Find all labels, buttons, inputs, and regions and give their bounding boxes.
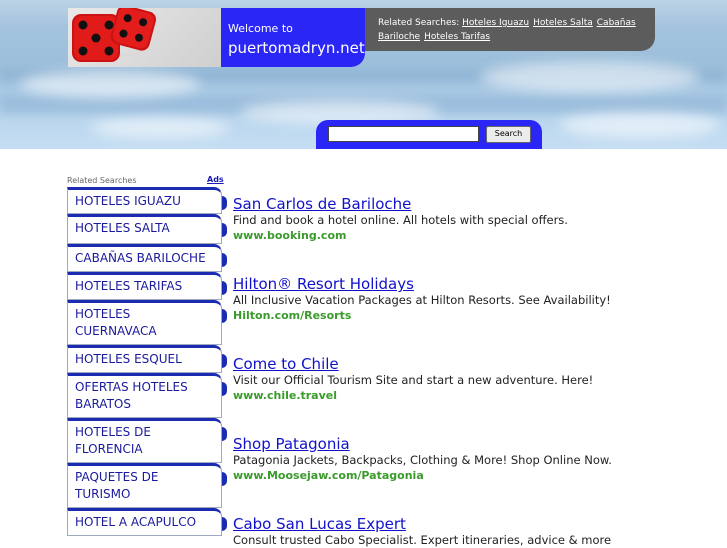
related-link-hoteles-tarifas[interactable]: Hoteles Tarifas xyxy=(424,32,490,42)
fuzzy-dice-icon xyxy=(72,8,179,62)
ad-url[interactable]: www.Moosejaw.com/Patagonia xyxy=(233,468,612,483)
ad-title[interactable]: Hilton® Resort Holidays xyxy=(233,275,611,293)
ad-listing: Shop Patagonia Patagonia Jackets, Backpa… xyxy=(233,435,612,483)
ad-title[interactable]: San Carlos de Bariloche xyxy=(233,195,568,213)
sidebar-item-paquetes-de-turismo[interactable]: PAQUETES DE TURISMO xyxy=(67,463,227,508)
ad-description: All Inclusive Vacation Packages at Hilto… xyxy=(233,293,611,307)
welcome-text: Welcome to xyxy=(228,22,293,35)
search-bar: Search xyxy=(316,120,542,149)
related-searches-label: Related Searches: xyxy=(378,18,460,28)
ad-url[interactable]: www.chile.travel xyxy=(233,388,593,403)
related-link-hoteles-salta[interactable]: Hoteles Salta xyxy=(533,18,593,28)
sidebar-item-hoteles-iguazu[interactable]: HOTELES IGUAZU xyxy=(67,187,227,214)
ad-description: Patagonia Jackets, Backpacks, Clothing &… xyxy=(233,453,612,467)
ad-title[interactable]: Cabo San Lucas Expert xyxy=(233,515,611,533)
ad-title[interactable]: Come to Chile xyxy=(233,355,593,373)
related-searches-top: Related Searches: Hoteles Iguazu Hoteles … xyxy=(365,8,655,51)
sidebar-item-hoteles-tarifas[interactable]: HOTELES TARIFAS xyxy=(67,272,227,300)
sidebar-item-hotel-a-acapulco[interactable]: HOTEL A ACAPULCO xyxy=(67,508,227,536)
cloud xyxy=(20,70,200,98)
ad-description: Find and book a hotel online. All hotels… xyxy=(233,213,568,227)
sidebar-label: Related Searches xyxy=(67,176,137,185)
ads-label[interactable]: Ads xyxy=(207,175,224,184)
ad-description: Consult trusted Cabo Specialist. Expert … xyxy=(233,533,612,547)
header-banner: Welcome to puertomadryn.net Related Sear… xyxy=(0,0,727,149)
cloud xyxy=(90,118,230,138)
site-name[interactable]: puertomadryn.net xyxy=(228,39,365,57)
ad-listing: Come to Chile Visit our Official Tourism… xyxy=(233,355,593,403)
ad-listing: San Carlos de Bariloche Find and book a … xyxy=(233,195,568,243)
search-input[interactable] xyxy=(328,126,479,142)
related-searches-sidebar: HOTELES IGUAZU HOTELES SALTA CABAÑAS BAR… xyxy=(67,187,227,536)
ad-url[interactable]: www.booking.com xyxy=(233,228,568,243)
dice-logo xyxy=(68,8,221,67)
search-button[interactable]: Search xyxy=(486,126,531,143)
sidebar-item-cabanas-bariloche[interactable]: CABAÑAS BARILOCHE xyxy=(67,244,227,272)
sidebar-item-hoteles-esquel[interactable]: HOTELES ESQUEL xyxy=(67,345,227,373)
sidebar-item-ofertas-hoteles-baratos[interactable]: OFERTAS HOTELES BARATOS xyxy=(67,373,227,418)
ad-listing: Hilton® Resort Holidays All Inclusive Va… xyxy=(233,275,611,323)
sidebar-item-hoteles-cuernavaca[interactable]: HOTELES CUERNAVACA xyxy=(67,300,227,345)
cloud xyxy=(560,112,720,138)
ad-description: Visit our Official Tourism Site and star… xyxy=(233,373,594,387)
related-link-hoteles-iguazu[interactable]: Hoteles Iguazu xyxy=(462,18,529,28)
ad-title[interactable]: Shop Patagonia xyxy=(233,435,612,453)
sidebar-item-hoteles-salta[interactable]: HOTELES SALTA xyxy=(67,214,227,244)
ad-url[interactable]: Hilton.com/Resorts xyxy=(233,308,611,323)
ad-listing: Cabo San Lucas Expert Consult trusted Ca… xyxy=(233,515,611,548)
sidebar-item-hoteles-de-florencia[interactable]: HOTELES DE FLORENCIA xyxy=(67,418,227,463)
cloud xyxy=(480,62,700,92)
welcome-box: Welcome to puertomadryn.net xyxy=(221,8,365,67)
